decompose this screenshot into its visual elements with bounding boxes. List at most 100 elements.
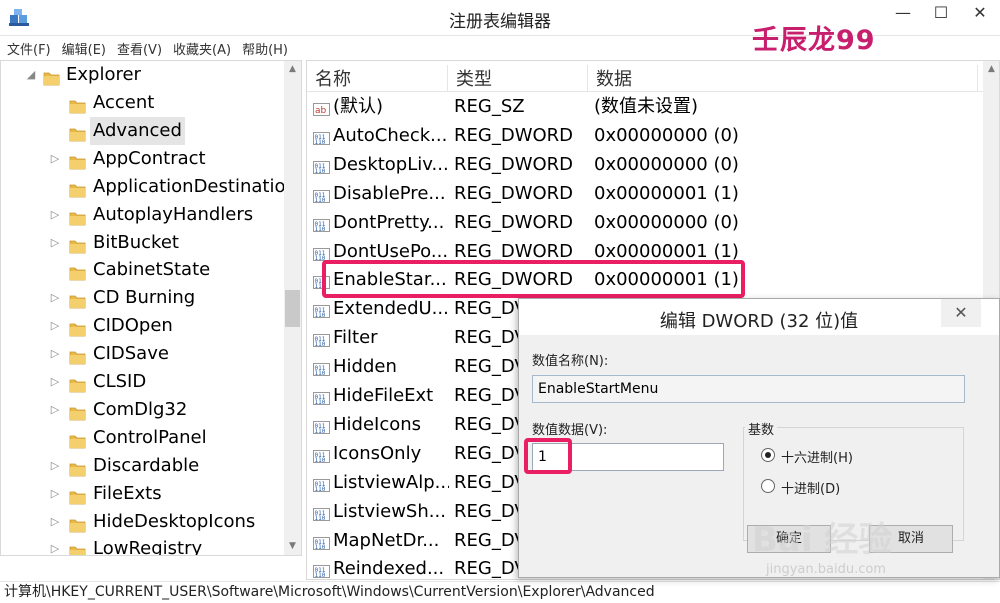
folder-icon xyxy=(69,123,86,142)
binary-value-icon: 011 110 xyxy=(313,214,330,233)
expand-arrow-icon[interactable]: ▷ xyxy=(49,535,61,555)
folder-icon xyxy=(69,402,86,421)
tree-item-label: ApplicationDestinatio xyxy=(93,175,285,197)
list-row[interactable]: 011 110 AutoCheck... REG_DWORD 0x00000000 (0… xyxy=(307,121,987,150)
column-header-name[interactable]: 名称 xyxy=(307,65,448,91)
folder-icon xyxy=(69,541,86,555)
expand-arrow-icon[interactable]: ▷ xyxy=(49,340,61,368)
value-data: 0x00000000 (0) xyxy=(594,153,739,175)
expand-arrow-icon[interactable]: ▷ xyxy=(49,284,61,312)
list-row[interactable]: 011 110 DisablePre... REG_DWORD 0x00000001 (… xyxy=(307,179,987,208)
registry-tree[interactable]: ◢ Explorer Accent Advanced ▷ AppContract Appli… xyxy=(0,60,302,556)
tree-item[interactable]: ▷ CD Burning xyxy=(1,284,285,312)
menu-help[interactable]: 帮助(H) xyxy=(235,36,292,58)
value-name: MapNetDr... xyxy=(333,529,440,551)
tree-item[interactable]: Accent xyxy=(1,89,285,117)
list-row[interactable]: ab (默认) REG_SZ (数值未设置) xyxy=(307,92,987,121)
scroll-up-icon[interactable]: ▲ xyxy=(983,61,999,78)
scroll-down-icon[interactable]: ▼ xyxy=(284,538,301,555)
dec-radio-label[interactable]: 十进制(D) xyxy=(781,478,840,497)
svg-text:110: 110 xyxy=(315,341,326,348)
folder-icon xyxy=(69,514,86,532)
expand-arrow-icon[interactable]: ▷ xyxy=(49,201,61,229)
tree-item-label: AutoplayHandlers xyxy=(93,203,254,225)
list-row[interactable]: 011 110 DesktopLiv... REG_DWORD 0x00000000 (… xyxy=(307,150,987,179)
svg-text:110: 110 xyxy=(315,197,326,204)
maximize-button[interactable]: ☐ xyxy=(922,0,960,26)
expand-arrow-icon[interactable]: ▷ xyxy=(49,508,61,536)
scroll-up-icon[interactable]: ▲ xyxy=(284,61,301,78)
tree-item[interactable]: ▷ AppContract xyxy=(1,145,285,173)
expand-arrow-icon[interactable]: ▷ xyxy=(49,368,61,396)
menu-view[interactable]: 查看(V) xyxy=(110,36,166,58)
tree-item[interactable]: ▷ ComDlg32 xyxy=(1,396,285,424)
value-name: AutoCheck... xyxy=(333,124,448,146)
value-data: (数值未设置) xyxy=(594,96,699,117)
status-bar: 计算机\HKEY_CURRENT_USER\Software\Microsoft… xyxy=(0,581,1000,603)
dialog-title: 编辑 DWORD (32 位)值 xyxy=(659,311,859,332)
tree-item[interactable]: ▷ CIDSave xyxy=(1,340,285,368)
tree-item[interactable]: ▷ LowRegistry xyxy=(1,535,285,556)
tree-item[interactable]: ▷ CLSID xyxy=(1,368,285,396)
binary-value-icon: 011 110 xyxy=(313,156,330,175)
value-name: ListviewSh... xyxy=(333,500,446,522)
hex-radio-label[interactable]: 十六进制(H) xyxy=(781,447,853,466)
tree-item[interactable]: ▷ FileExts xyxy=(1,480,285,508)
menu-edit[interactable]: 编辑(E) xyxy=(55,36,110,58)
value-name: DesktopLiv... xyxy=(333,153,449,175)
folder-icon xyxy=(69,458,86,477)
menu-file[interactable]: 文件(F) xyxy=(0,36,55,58)
dialog-close-button[interactable]: ✕ xyxy=(941,299,981,327)
value-name-field[interactable]: EnableStartMenu xyxy=(532,375,965,403)
expand-arrow-icon[interactable]: ▷ xyxy=(49,145,61,173)
tree-item[interactable]: ▷ CIDOpen xyxy=(1,312,285,340)
value-name-label: 数值名称(N): xyxy=(532,354,609,369)
binary-value-icon: 011 110 xyxy=(313,300,330,319)
list-row[interactable]: 011 110 DontPretty... REG_DWORD 0x00000000 (… xyxy=(307,208,987,237)
tree-item[interactable]: ▷ Discardable xyxy=(1,452,285,480)
folder-icon xyxy=(69,430,86,449)
collapse-arrow-icon[interactable]: ◢ xyxy=(25,61,37,89)
expand-arrow-icon[interactable]: ▷ xyxy=(49,396,61,424)
expand-arrow-icon[interactable]: ▷ xyxy=(49,229,61,257)
tree-item-label: LowRegistry xyxy=(93,538,203,556)
folder-icon xyxy=(69,262,86,281)
expand-arrow-icon[interactable]: ▷ xyxy=(49,312,61,340)
svg-text:110: 110 xyxy=(315,428,326,435)
tree-item[interactable]: Advanced xyxy=(1,116,285,145)
tree-item-label: CD Burning xyxy=(93,287,196,309)
close-button[interactable]: ✕ xyxy=(960,0,1000,26)
folder-icon xyxy=(69,207,86,225)
expand-arrow-icon[interactable]: ▷ xyxy=(49,480,61,508)
value-type: REG_DWORD xyxy=(454,182,574,204)
folder-icon xyxy=(69,151,86,170)
column-header-type[interactable]: 类型 xyxy=(448,65,588,91)
menu-favorites[interactable]: 收藏夹(A) xyxy=(166,36,235,58)
tree-scroll-thumb[interactable] xyxy=(285,290,300,327)
tree-item[interactable]: ▷ BitBucket xyxy=(1,229,285,257)
minimize-button[interactable]: — xyxy=(884,0,922,26)
tree-item[interactable]: ▷ HideDesktopIcons xyxy=(1,508,285,536)
folder-icon xyxy=(69,95,86,114)
binary-value-icon: 011 110 xyxy=(313,127,330,146)
value-name: Reindexed... xyxy=(333,558,445,580)
value-name: (默认) xyxy=(333,96,384,117)
hex-radio[interactable] xyxy=(761,448,775,462)
tree-item-label: AppContract xyxy=(93,147,206,169)
tree-item-label: BitBucket xyxy=(93,231,179,253)
tree-item[interactable]: ControlPanel xyxy=(1,424,285,452)
binary-value-icon: 011 110 xyxy=(313,185,330,204)
tree-item[interactable]: ApplicationDestinatio xyxy=(1,173,285,201)
dec-radio[interactable] xyxy=(761,479,775,493)
svg-text:110: 110 xyxy=(315,312,326,319)
tree-item[interactable]: ▷ AutoplayHandlers xyxy=(1,201,285,229)
tree-item[interactable]: CabinetState xyxy=(1,256,285,284)
tree-root-explorer[interactable]: ◢ Explorer xyxy=(1,61,285,89)
expand-arrow-icon[interactable]: ▷ xyxy=(49,452,61,480)
folder-icon xyxy=(69,374,86,393)
value-name: DontPretty... xyxy=(333,211,445,233)
folder-icon xyxy=(69,179,86,198)
tree-scrollbar[interactable]: ▲ ▼ xyxy=(284,61,301,555)
svg-text:110: 110 xyxy=(315,139,326,146)
column-header-data[interactable]: 数据 xyxy=(588,65,978,91)
